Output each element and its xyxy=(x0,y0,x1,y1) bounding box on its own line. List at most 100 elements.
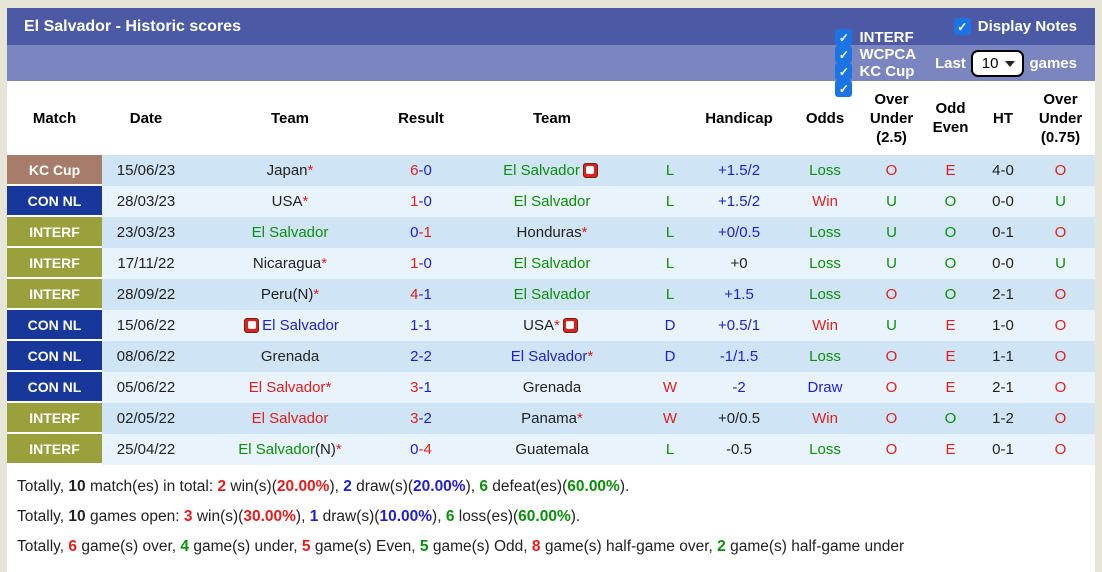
home-team-cell: El Salvador xyxy=(190,403,390,434)
odd-even-cell: O xyxy=(923,403,978,434)
home-team-cell: Grenada xyxy=(190,341,390,372)
text-segment: 6 xyxy=(479,478,488,496)
col-header-handicap: Handicap xyxy=(705,109,773,127)
text-segment: games open: xyxy=(85,508,184,526)
text-segment: ). xyxy=(619,478,630,496)
text-segment: ), xyxy=(432,508,446,526)
text-segment: * xyxy=(554,317,560,335)
handicap-cell: -0.5 xyxy=(688,434,790,465)
text-segment: * xyxy=(321,255,328,273)
filter-item: KC Cup xyxy=(835,63,917,80)
text-segment: +0.5/1 xyxy=(717,317,761,335)
text-segment: 2 xyxy=(343,478,352,496)
text-segment: O xyxy=(885,379,898,397)
league-badge: INTERF xyxy=(7,279,102,311)
text-segment: L xyxy=(665,193,675,211)
text-segment: +1.5 xyxy=(724,286,754,304)
text-segment: 3 xyxy=(183,508,193,526)
handicap-cell: +0/0.5 xyxy=(688,217,790,248)
handicap-cell: +1.5 xyxy=(688,279,790,310)
last-games-select[interactable]: 10 xyxy=(970,49,1025,77)
odd-even-cell: O xyxy=(923,217,978,248)
text-segment: O xyxy=(1054,348,1067,366)
result-cell: 1 -0 xyxy=(390,248,452,279)
odds-cell: Loss xyxy=(790,341,860,372)
ht-cell: 1-2 xyxy=(992,410,1014,428)
over-under-25-cell: O xyxy=(860,155,923,186)
ht-cell: 1-0 xyxy=(992,317,1014,335)
display-notes-checkbox[interactable] xyxy=(953,18,971,35)
card-icon-inner xyxy=(586,166,595,175)
text-segment: El Salvador xyxy=(510,348,588,366)
text-segment: 2 xyxy=(717,538,726,556)
text-segment: 5 xyxy=(301,538,311,556)
text-segment: * xyxy=(313,286,320,304)
chevron-down-icon xyxy=(1005,61,1016,67)
away-team-cell: USA * xyxy=(452,310,652,341)
ht-cell: 2-1 xyxy=(992,379,1014,397)
odd-even-cell: E xyxy=(923,434,978,465)
over-under-25-cell: U xyxy=(860,217,923,248)
con-nl-checkbox[interactable] xyxy=(835,80,853,97)
text-segment: Loss xyxy=(809,441,841,459)
text-segment: Loss xyxy=(809,224,841,242)
text-segment: D xyxy=(664,348,676,366)
text-segment: (N) xyxy=(315,441,336,459)
odd-even-cell: E xyxy=(923,155,978,186)
col-header-team1: Team xyxy=(270,109,310,127)
filter-checkbox-group: INTERFWCPCAKC CupCON NL xyxy=(835,29,925,97)
text-segment: O xyxy=(1054,441,1067,459)
over-under-075-cell: U xyxy=(1028,248,1093,279)
card-icon-inner xyxy=(566,321,575,330)
ht-cell: 0-0 xyxy=(992,193,1014,211)
text-segment: W xyxy=(662,410,678,428)
date-cell: 17/11/22 xyxy=(117,255,175,273)
wcpca-checkbox[interactable] xyxy=(835,46,853,63)
home-team-cell: Peru(N) * xyxy=(190,279,390,310)
over-under-25-cell: O xyxy=(860,434,923,465)
text-segment: 8 xyxy=(531,538,541,556)
text-segment: loss(es)( xyxy=(454,508,519,526)
text-segment: L xyxy=(665,441,675,459)
text-segment: -0 xyxy=(418,162,432,180)
text-segment: Panama xyxy=(521,410,578,428)
text-segment: game(s) half-game under xyxy=(725,538,905,556)
text-segment: USA xyxy=(271,193,303,211)
match-league-cell: CON NL xyxy=(7,372,102,404)
last-label: Last xyxy=(934,54,966,72)
col-header-result: Result xyxy=(398,109,444,127)
text-segment: O xyxy=(1054,379,1067,397)
over-under-25-cell: U xyxy=(860,248,923,279)
text-segment: 2 xyxy=(217,478,227,496)
text-segment: ). xyxy=(570,508,581,526)
over-under-25-cell: O xyxy=(860,279,923,310)
odds-cell: Loss xyxy=(790,155,860,186)
filter-label: KC Cup xyxy=(859,63,915,80)
text-segment: E xyxy=(945,317,956,335)
text-segment: Win xyxy=(812,317,838,335)
home-team-cell: Nicaragua * xyxy=(190,248,390,279)
text-segment: defeat(es)( xyxy=(488,478,568,496)
text-segment: O xyxy=(885,286,898,304)
handicap-cell: -2 xyxy=(688,372,790,403)
home-team-cell: El Salvador xyxy=(190,310,390,341)
text-segment: -1 xyxy=(418,317,432,335)
text-segment: game(s) Even, xyxy=(310,538,420,556)
text-segment: Grenada xyxy=(522,379,582,397)
text-segment: 10 xyxy=(68,508,86,526)
league-badge: INTERF xyxy=(7,217,102,249)
interf-checkbox[interactable] xyxy=(835,29,853,46)
text-segment: E xyxy=(945,348,956,366)
text-segment: O xyxy=(1054,286,1067,304)
games-label: games xyxy=(1029,54,1077,72)
display-notes-label: Display Notes xyxy=(977,18,1077,35)
home-team-cell: USA * xyxy=(190,186,390,217)
wdl-cell: W xyxy=(652,403,688,434)
text-segment: 20.00% xyxy=(276,478,330,496)
kc-cup-checkbox[interactable] xyxy=(835,63,853,80)
text-segment: El Salvador xyxy=(513,255,591,273)
text-segment: O xyxy=(1054,224,1067,242)
table-row: INTERF 23/03/23 El Salvador 0 -1 Honduras * L +0… xyxy=(7,217,1095,249)
over-under-075-cell: O xyxy=(1028,279,1093,310)
match-league-cell: INTERF xyxy=(7,248,102,280)
